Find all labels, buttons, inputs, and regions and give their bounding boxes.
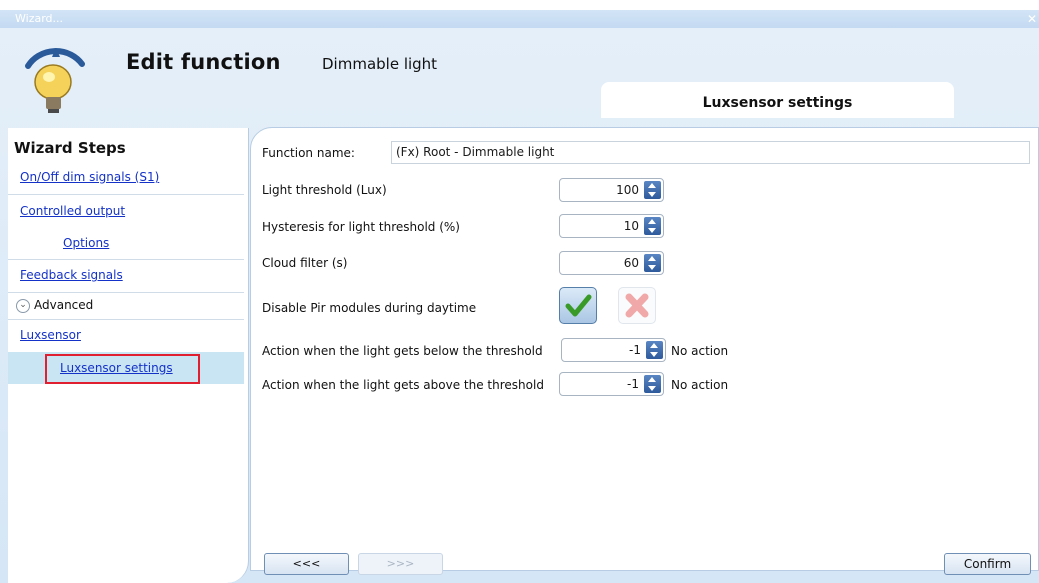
- wizard-window: Wizard... ✕ Edit function Dimmable light…: [0, 0, 1039, 583]
- no-button[interactable]: [618, 287, 656, 324]
- divider: [8, 259, 244, 260]
- function-name-field[interactable]: (Fx) Root - Dimmable light: [391, 141, 1030, 164]
- cloud-filter-stepper[interactable]: 60: [559, 251, 664, 275]
- previous-button[interactable]: <<<: [264, 553, 349, 575]
- page-subtitle: Dimmable light: [322, 55, 438, 73]
- below-action-text: No action: [671, 344, 729, 358]
- divider: [8, 194, 244, 195]
- yes-button[interactable]: [559, 287, 597, 324]
- chevron-down-icon: ⌄: [16, 298, 30, 313]
- step-feedback-signals[interactable]: Feedback signals: [20, 268, 123, 282]
- divider: [8, 319, 244, 320]
- spin-buttons-icon[interactable]: [646, 341, 663, 359]
- light-threshold-value: 100: [616, 183, 639, 197]
- above-threshold-stepper[interactable]: -1: [559, 372, 664, 396]
- light-threshold-stepper[interactable]: 100: [559, 178, 664, 202]
- step-options[interactable]: Options: [63, 236, 109, 250]
- step-on-off-dim-signals[interactable]: On/Off dim signals (S1): [20, 170, 159, 184]
- above-threshold-label: Action when the light gets above the thr…: [262, 378, 544, 392]
- disable-pir-label: Disable Pir modules during daytime: [262, 301, 477, 315]
- above-action-text: No action: [671, 378, 729, 392]
- advanced-expander[interactable]: ⌄ Advanced: [16, 298, 93, 313]
- close-icon[interactable]: ✕: [1027, 10, 1037, 28]
- next-button[interactable]: >>>: [358, 553, 443, 575]
- spin-buttons-icon[interactable]: [644, 254, 661, 272]
- step-controlled-output[interactable]: Controlled output: [20, 204, 125, 218]
- cloud-filter-value: 60: [623, 256, 639, 270]
- step-luxsensor[interactable]: Luxsensor: [20, 328, 81, 342]
- page-title: Edit function: [126, 50, 281, 74]
- tab-luxsensor-settings[interactable]: Luxsensor settings: [601, 82, 954, 118]
- advanced-label: Advanced: [34, 298, 94, 312]
- confirm-button[interactable]: Confirm: [944, 553, 1031, 575]
- highlight-box: [45, 354, 200, 384]
- light-threshold-label: Light threshold (Lux): [262, 183, 387, 197]
- spin-buttons-icon[interactable]: [644, 375, 661, 393]
- function-name-label: Function name:: [262, 146, 355, 160]
- wizard-steps-title: Wizard Steps: [14, 139, 126, 157]
- below-threshold-value: -1: [629, 343, 641, 357]
- below-threshold-stepper[interactable]: -1: [561, 338, 666, 362]
- hysteresis-value: 10: [623, 219, 639, 233]
- light-bulb-icon: [25, 48, 85, 113]
- divider: [8, 292, 244, 293]
- spin-buttons-icon[interactable]: [644, 217, 661, 235]
- hysteresis-stepper[interactable]: 10: [559, 214, 664, 238]
- cloud-filter-label: Cloud filter (s): [262, 256, 348, 270]
- cross-icon: [625, 293, 649, 318]
- checkmark-icon: [565, 294, 592, 317]
- spin-buttons-icon[interactable]: [644, 181, 661, 199]
- title-bar: Wizard... ✕: [0, 10, 1039, 28]
- window-title: Wizard...: [15, 12, 64, 25]
- hysteresis-label: Hysteresis for light threshold (%): [262, 220, 460, 234]
- above-threshold-value: -1: [627, 377, 639, 391]
- below-threshold-label: Action when the light gets below the thr…: [262, 344, 543, 358]
